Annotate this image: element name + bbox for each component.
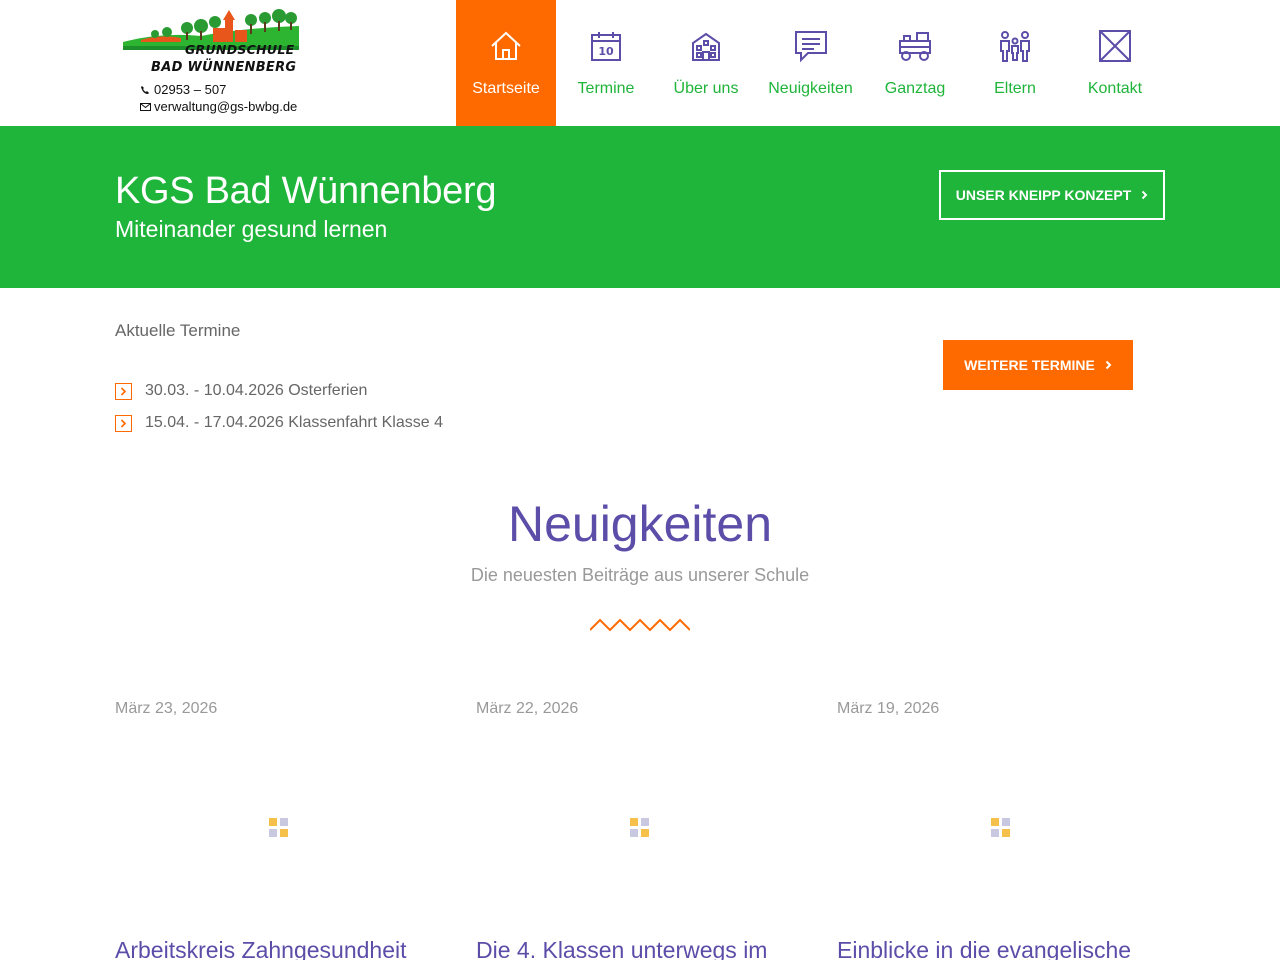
nav-label: Neuigkeiten (768, 80, 853, 97)
card-date: März 22, 2026 (476, 700, 579, 717)
kneipp-konzept-button[interactable]: UNSER KNEIPP KONZEPT (939, 170, 1165, 220)
termin-text: 15.04. - 17.04.2026 Klassenfahrt Klasse … (145, 414, 443, 431)
banner-subtitle: Miteinander gesund lernen (115, 216, 388, 242)
news-card[interactable]: März 19, 2026 Einblicke in die evangelis… (837, 700, 1167, 960)
termine-title: Aktuelle Termine (115, 321, 241, 340)
news-card[interactable]: März 23, 2026 Arbeitskreis Zahngesundhei… (115, 700, 445, 960)
zigzag-divider-icon (590, 618, 690, 632)
chevron-right-icon (1105, 360, 1112, 370)
nav-item-termine[interactable]: 10 Termine (556, 0, 656, 126)
envelope-icon (1097, 28, 1133, 64)
nav-label: Ganztag (884, 80, 946, 97)
card-date: März 19, 2026 (837, 700, 940, 717)
main-navigation: Startseite 10 Termine Über uns Neuigkeit… (456, 0, 1165, 126)
nav-item-kontakt[interactable]: Kontakt (1065, 0, 1165, 126)
nav-label: Kontakt (1087, 80, 1143, 97)
logo-text-line1: GRUNDSCHULE (185, 42, 295, 57)
phone-icon (141, 85, 149, 94)
calendar-icon: 10 (588, 28, 624, 64)
nav-label: Eltern (994, 80, 1036, 97)
speech-bubble-icon (793, 28, 829, 64)
card-title[interactable]: Arbeitskreis Zahngesundheit (115, 937, 445, 960)
image-placeholder-icon (269, 818, 288, 837)
news-card[interactable]: März 22, 2026 Die 4. Klassen unterwegs i… (476, 700, 806, 960)
mail-icon (140, 102, 151, 111)
chevron-right-icon (1142, 190, 1148, 200)
card-title[interactable]: Einblicke in die evangelische (837, 937, 1167, 960)
news-heading: Neuigkeiten (507, 496, 773, 552)
logo-text-line2: BAD WÜNNENBERG (151, 60, 297, 75)
banner-title: KGS Bad Wünnenberg (115, 170, 497, 212)
nav-label: Über uns (673, 80, 739, 97)
hero-banner: KGS Bad Wünnenberg Miteinander gesund le… (0, 126, 1280, 288)
chevron-box-icon (115, 414, 132, 432)
list-item[interactable]: 30.03. - 10.04.2026 Osterferien (115, 375, 443, 407)
image-placeholder-icon (630, 818, 649, 837)
button-label: UNSER KNEIPP KONZEPT (955, 187, 1132, 203)
nav-item-neuigkeiten[interactable]: Neuigkeiten (756, 0, 865, 126)
image-placeholder-icon (991, 818, 1010, 837)
calendar-icon-number: 10 (598, 45, 614, 58)
chevron-box-icon (115, 382, 132, 400)
termin-text: 30.03. - 10.04.2026 Osterferien (145, 382, 368, 399)
news-subheading: Die neuesten Beiträge aus unserer Schule (470, 565, 810, 585)
school-building-icon (688, 28, 724, 64)
termine-list: 30.03. - 10.04.2026 Osterferien 15.04. -… (115, 375, 443, 439)
card-title[interactable]: Die 4. Klassen unterwegs im (476, 937, 806, 960)
nav-item-ueber-uns[interactable]: Über uns (656, 0, 756, 126)
email-address: verwaltung@gs-bwbg.de (154, 99, 298, 114)
site-header: GRUNDSCHULE BAD WÜNNENBERG 02953 – 507 v… (0, 0, 1280, 126)
logo-email: verwaltung@gs-bwbg.de (140, 99, 297, 114)
button-label: WEITERE TERMINE (964, 357, 1095, 373)
card-date: März 23, 2026 (115, 700, 218, 717)
nav-item-ganztag[interactable]: Ganztag (865, 0, 965, 126)
nav-item-startseite[interactable]: Startseite (456, 0, 556, 126)
list-item[interactable]: 15.04. - 17.04.2026 Klassenfahrt Klasse … (115, 407, 443, 439)
weitere-termine-button[interactable]: WEITERE TERMINE (943, 340, 1133, 390)
school-logo[interactable]: GRUNDSCHULE BAD WÜNNENBERG 02953 – 507 v… (115, 0, 315, 120)
phone-number: 02953 – 507 (154, 82, 227, 97)
nav-item-eltern[interactable]: Eltern (965, 0, 1065, 126)
logo-phone: 02953 – 507 (140, 82, 226, 97)
family-icon (997, 28, 1033, 64)
toy-train-icon (897, 28, 933, 64)
nav-label: Termine (577, 80, 635, 97)
home-icon (488, 28, 524, 64)
nav-label: Startseite (472, 80, 540, 97)
